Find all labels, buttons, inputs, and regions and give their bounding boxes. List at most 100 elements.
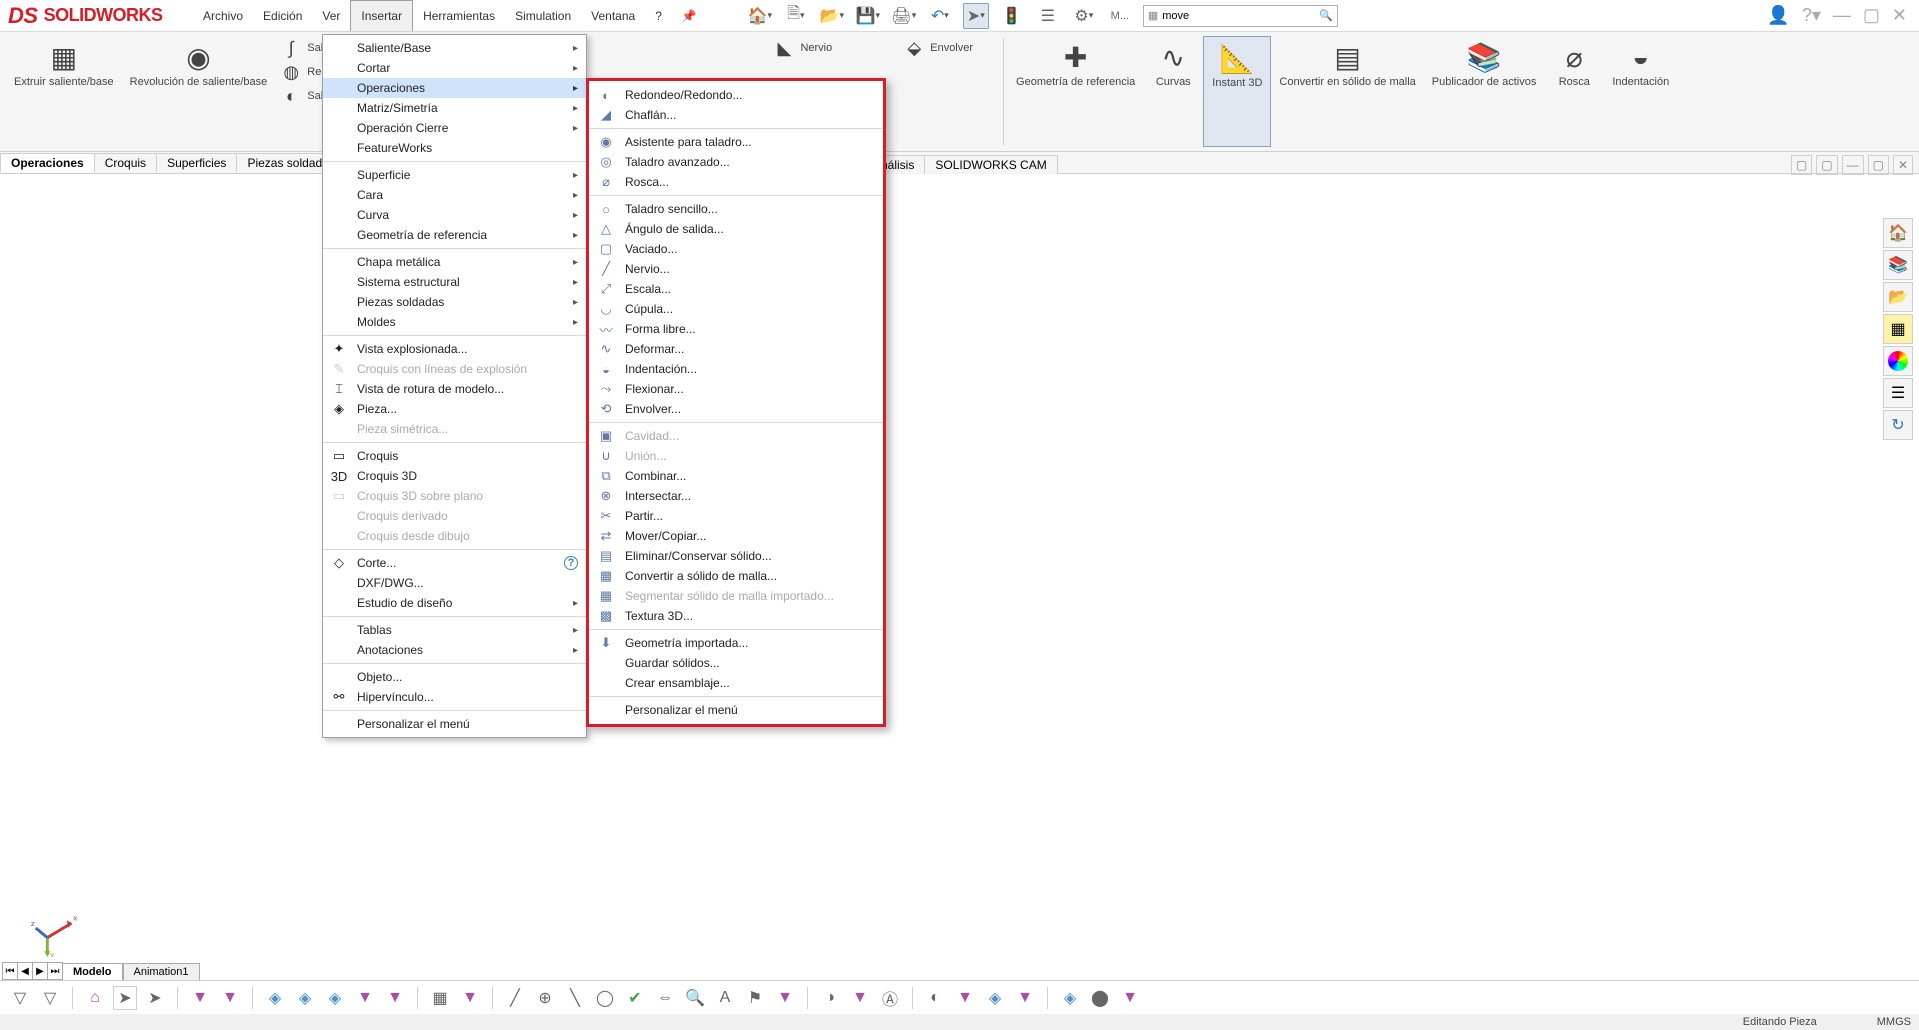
submenu-item[interactable]: Guardar sólidos... [589, 653, 883, 673]
bs-circle1-icon[interactable]: ◯ [593, 986, 617, 1010]
vc-maximize-icon[interactable]: ▢ [1868, 155, 1889, 175]
bs-dim-icon[interactable]: ⇔ [653, 986, 677, 1010]
bs-cube3-icon[interactable]: ◈ [323, 986, 347, 1010]
rp-colorwheel-icon[interactable] [1883, 346, 1913, 376]
submenu-item[interactable]: ▤Eliminar/Conservar sólido... [589, 546, 883, 566]
search-box[interactable]: ▦ 🔍 [1143, 5, 1338, 27]
bs-tree-icon[interactable]: ⌂ [83, 986, 107, 1010]
submenu-item[interactable]: ⬇Geometría importada... [589, 633, 883, 653]
bs-contrast-icon[interactable]: ◐ [923, 986, 947, 1010]
ribbon-rib[interactable]: ◣Nervio [768, 36, 838, 60]
menu-item[interactable]: Cortar [323, 58, 586, 78]
tab-croquis[interactable]: Croquis [94, 153, 157, 172]
submenu-item[interactable]: ⌀Rosca... [589, 172, 883, 192]
bs-cursor-icon[interactable]: ➤ [113, 986, 137, 1010]
menu-item[interactable]: Personalizar el menú [323, 714, 586, 734]
rp-refresh-icon[interactable]: ↻ [1883, 410, 1913, 440]
bs-target-icon[interactable]: ⊕ [533, 986, 557, 1010]
ribbon-thread[interactable]: ⌀ Rosca [1544, 36, 1604, 147]
submenu-item[interactable]: Crear ensamblaje... [589, 673, 883, 693]
menu-item[interactable]: ✦Vista explosionada... [323, 339, 586, 359]
menu-item[interactable]: Piezas soldadas [323, 292, 586, 312]
submenu-item[interactable]: △Ángulo de salida... [589, 219, 883, 239]
menu-item[interactable]: Geometría de referencia [323, 225, 586, 245]
submenu-item[interactable]: ◢Chaflán... [589, 105, 883, 125]
select-icon[interactable]: ➤ [963, 3, 989, 29]
btab-last-icon[interactable]: ⏭ [47, 962, 63, 980]
bs-magn-icon[interactable]: 🔍 [683, 986, 707, 1010]
submenu-item[interactable]: ⤢Escala... [589, 279, 883, 299]
save-icon[interactable]: 💾 [855, 3, 881, 29]
menu-item[interactable]: ◈Pieza... [323, 399, 586, 419]
bs-sphere-icon[interactable]: ◑ [818, 986, 842, 1010]
print-icon[interactable]: 🖨 [891, 3, 917, 29]
submenu-item[interactable]: ▩Textura 3D... [589, 606, 883, 626]
submenu-item[interactable]: ✂Partir... [589, 506, 883, 526]
btab-modelo[interactable]: Modelo [62, 963, 123, 980]
bs-f2-icon[interactable]: ▼ [218, 986, 242, 1010]
pin-icon[interactable]: 📌 [672, 0, 707, 31]
m-icon[interactable]: M... [1107, 3, 1133, 29]
vc-tile2-icon[interactable]: ▢ [1816, 155, 1837, 175]
new-icon[interactable]: 🗎 [783, 3, 809, 29]
submenu-item[interactable]: ◎Taladro avanzado... [589, 152, 883, 172]
bs-cursor2-icon[interactable]: ➤ [143, 986, 167, 1010]
ribbon-refgeom[interactable]: ✚ Geometría de referencia [1008, 36, 1143, 147]
submenu-item[interactable]: ⊗Intersectar... [589, 486, 883, 506]
tab-operaciones[interactable]: Operaciones [0, 153, 95, 172]
menu-archivo[interactable]: Archivo [193, 0, 253, 31]
help-icon[interactable]: ?▾ [1802, 5, 1821, 26]
rp-library-icon[interactable]: 📚 [1883, 250, 1913, 280]
menu-item[interactable]: Cara [323, 185, 586, 205]
tab-superficies[interactable]: Superficies [156, 153, 237, 172]
btab-next-icon[interactable]: ▶ [32, 962, 48, 980]
bs-f9-icon[interactable]: ▼ [1013, 986, 1037, 1010]
ribbon-curves[interactable]: ∿ Curvas [1143, 36, 1203, 147]
menu-item[interactable]: Superficie [323, 165, 586, 185]
menu-item[interactable]: 3DCroquis 3D [323, 466, 586, 486]
submenu-item[interactable]: ○Taladro sencillo... [589, 199, 883, 219]
submenu-item[interactable]: ∿Deformar... [589, 339, 883, 359]
bs-f6-icon[interactable]: ▼ [773, 986, 797, 1010]
menu-item[interactable]: Saliente/Base [323, 38, 586, 58]
bs-f10-icon[interactable]: ▼ [1118, 986, 1142, 1010]
submenu-item[interactable]: ⇄Mover/Copiar... [589, 526, 883, 546]
menu-help[interactable]: ? [645, 0, 672, 31]
bs-f7-icon[interactable]: ▼ [848, 986, 872, 1010]
gear-icon[interactable]: ⚙ [1071, 3, 1097, 29]
bs-line1-icon[interactable]: ╱ [503, 986, 527, 1010]
bs-grid-icon[interactable]: ▦ [428, 986, 452, 1010]
submenu-item[interactable]: ◐Redondeo/Redondo... [589, 85, 883, 105]
rp-grid-icon[interactable]: ▦ [1883, 314, 1913, 344]
menu-simulation[interactable]: Simulation [505, 0, 581, 31]
submenu-item[interactable]: ╱Nervio... [589, 259, 883, 279]
menu-item[interactable]: Anotaciones [323, 640, 586, 660]
menu-item[interactable]: ◇Corte... [323, 553, 586, 573]
vc-tile1-icon[interactable]: ▢ [1791, 155, 1812, 175]
menu-item[interactable]: Estudio de diseño [323, 593, 586, 613]
submenu-item[interactable]: 〰Forma libre... [589, 319, 883, 339]
menu-item[interactable]: Curva [323, 205, 586, 225]
tab-swcam[interactable]: SOLIDWORKS CAM [924, 155, 1057, 174]
rp-props-icon[interactable]: ☰ [1883, 378, 1913, 408]
menu-item[interactable]: Objeto... [323, 667, 586, 687]
ribbon-instant3d[interactable]: 📐 Instant 3D [1203, 36, 1271, 147]
ribbon-indent[interactable]: ◒ Indentación [1604, 36, 1677, 147]
ribbon-convertmesh[interactable]: ▤ Convertir en sólido de malla [1271, 36, 1423, 147]
menu-insertar[interactable]: Insertar [350, 0, 413, 31]
menu-item[interactable]: DXF/DWG... [323, 573, 586, 593]
bs-flag-icon[interactable]: ⚑ [743, 986, 767, 1010]
list-icon[interactable]: ☰ [1035, 3, 1061, 29]
bs-cubeshade-icon[interactable]: ◈ [983, 986, 1007, 1010]
submenu-item[interactable]: ◒Indentación... [589, 359, 883, 379]
ribbon-extrude[interactable]: ▦ Extruir saliente/base [6, 36, 122, 147]
bs-checkgrn-icon[interactable]: ✔ [623, 986, 647, 1010]
submenu-item[interactable]: ◉Asistente para taladro... [589, 132, 883, 152]
submenu-item[interactable]: ⧉Combinar... [589, 466, 883, 486]
home-icon[interactable]: 🏠 [747, 3, 773, 29]
menu-ventana[interactable]: Ventana [581, 0, 645, 31]
rp-home-icon[interactable]: 🏠 [1883, 218, 1913, 248]
bs-marker-icon[interactable]: ⬤ [1088, 986, 1112, 1010]
menu-item[interactable]: Operación Cierre [323, 118, 586, 138]
menu-item[interactable]: FeatureWorks [323, 138, 586, 158]
